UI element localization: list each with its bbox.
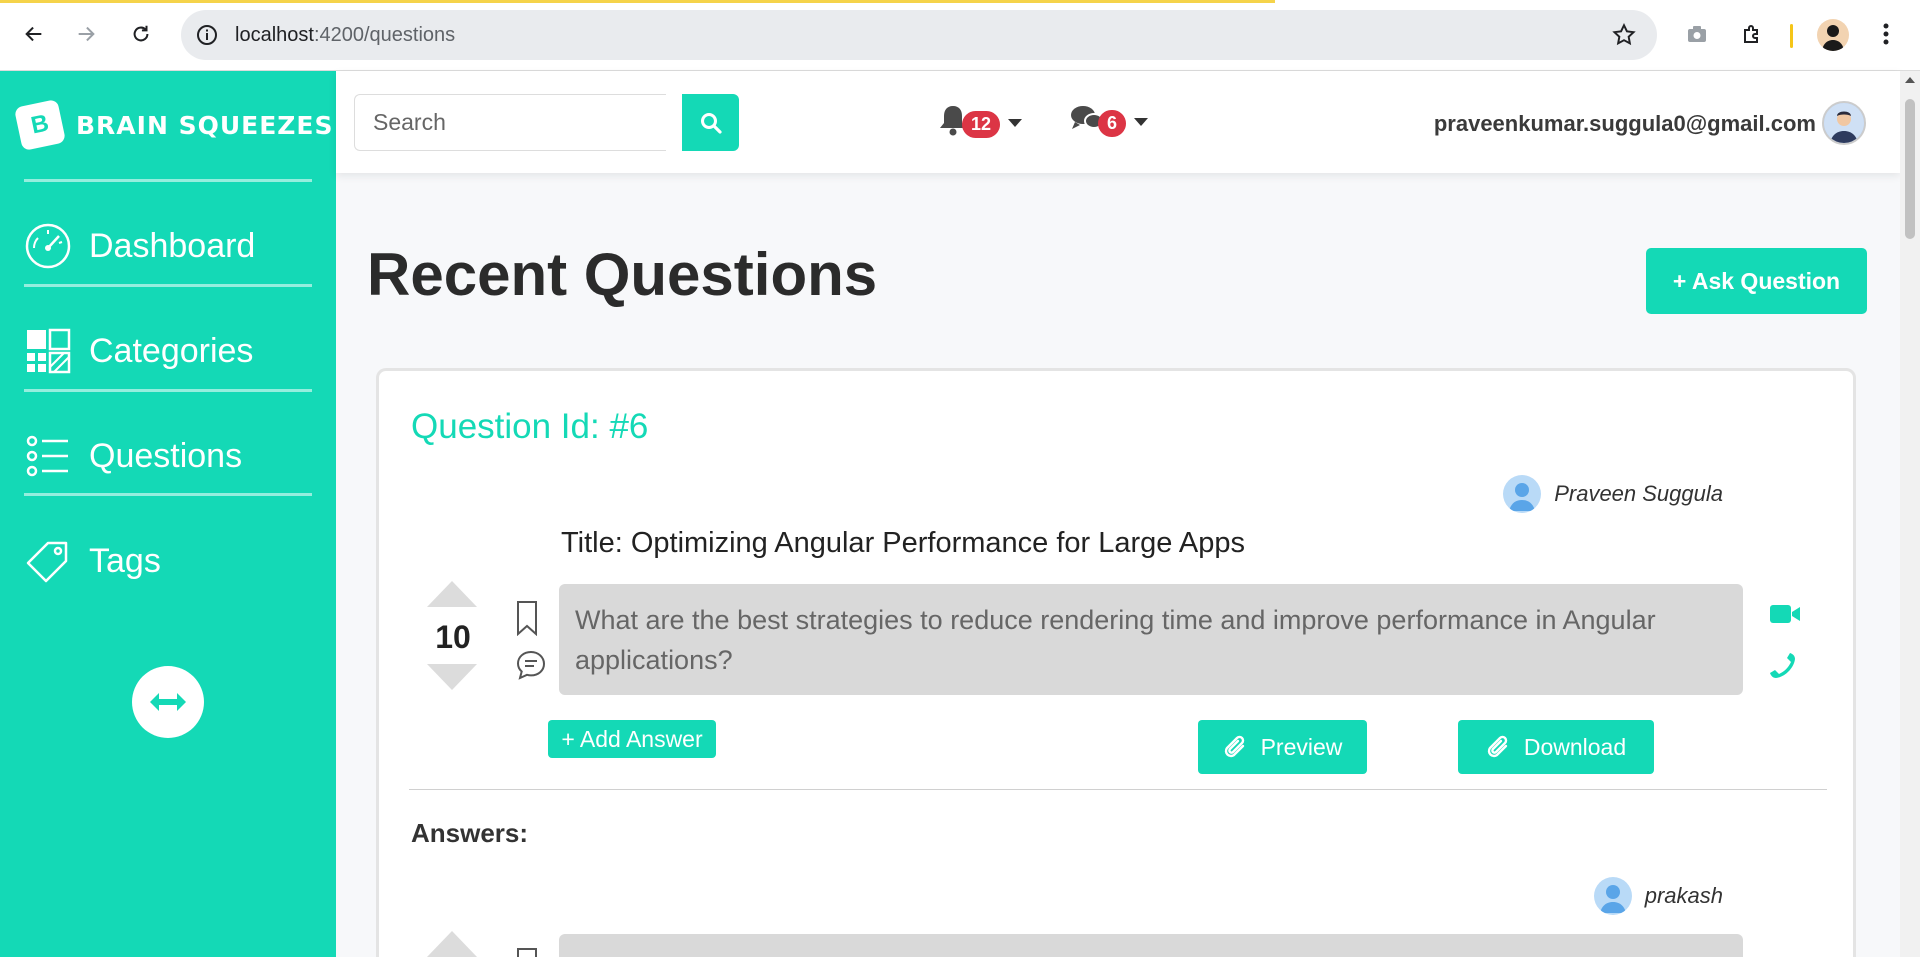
sidebar-divider: [24, 284, 312, 287]
preview-label: Preview: [1260, 733, 1343, 760]
divider: [409, 789, 1827, 790]
sidebar-item-label: Questions: [89, 436, 243, 475]
address-bar[interactable]: localhost:4200/questions: [181, 10, 1657, 60]
paperclip-icon: [1487, 735, 1508, 758]
ask-question-button[interactable]: + Ask Question: [1646, 248, 1867, 314]
page-title: Recent Questions: [367, 241, 878, 308]
profile-avatar[interactable]: [1817, 19, 1849, 51]
user-email[interactable]: praveenkumar.suggula0@gmail.com: [1434, 111, 1816, 137]
sidebar-toggle-button[interactable]: [132, 666, 204, 738]
user-avatar[interactable]: [1822, 101, 1866, 145]
url-path: :4200/questions: [313, 24, 456, 46]
bookmark-icon[interactable]: [515, 947, 551, 957]
sidebar-divider: [24, 493, 312, 496]
messages-dropdown[interactable]: 6: [1070, 104, 1149, 139]
answer-body: [559, 934, 1743, 957]
bookmark-icon[interactable]: [515, 600, 551, 641]
answer-author[interactable]: prakash: [1593, 877, 1723, 915]
page-load-progress: [0, 0, 1275, 3]
extensions-icon[interactable]: [1732, 14, 1772, 54]
sidebar-item-label: Dashboard: [89, 226, 256, 265]
paperclip-icon: [1224, 735, 1244, 758]
chevron-down-icon: [1134, 117, 1149, 126]
notifications-dropdown[interactable]: 12: [938, 104, 1023, 141]
scrollbar-thumb[interactable]: [1905, 99, 1915, 239]
sidebar-item-dashboard[interactable]: Dashboard: [24, 211, 312, 281]
menu-kebab-icon[interactable]: [1866, 14, 1906, 54]
question-author[interactable]: Praveen Suggula: [1503, 475, 1723, 513]
download-label: Download: [1523, 733, 1627, 760]
search-input[interactable]: [354, 94, 666, 151]
preview-button[interactable]: Preview: [1198, 720, 1367, 774]
video-call-icon[interactable]: [1769, 603, 1801, 630]
author-name: Praveen Suggula: [1554, 481, 1723, 506]
arrows-horizontal-icon: [150, 693, 186, 711]
sidebar-item-questions[interactable]: Questions: [24, 421, 312, 491]
upvote-icon[interactable]: [427, 931, 477, 957]
sidebar-item-label: Tags: [89, 541, 161, 580]
answer-actions: [515, 947, 551, 957]
scroll-up-icon[interactable]: [1905, 77, 1915, 83]
browser-toolbar: localhost:4200/questions: [0, 0, 1920, 71]
site-info-icon[interactable]: [195, 23, 219, 52]
question-title: Title: Optimizing Angular Performance fo…: [561, 527, 1245, 559]
url-text[interactable]: localhost:4200/questions: [235, 24, 455, 47]
grid-icon: [24, 327, 72, 375]
brand-logo[interactable]: B BRAIN SQUEEZES: [13, 98, 334, 152]
author-name: prakash: [1644, 883, 1723, 908]
list-icon: [24, 432, 72, 480]
back-icon[interactable]: [14, 14, 54, 54]
sidebar: B BRAIN SQUEEZES Dashboard Categories Qu…: [0, 71, 336, 957]
forward-icon[interactable]: [66, 14, 106, 54]
user-avatar-icon: [1503, 475, 1542, 513]
sidebar-item-tags[interactable]: Tags: [24, 526, 312, 596]
answers-heading: Answers:: [411, 818, 529, 848]
toolbar-separator: [1790, 24, 1793, 48]
page-scrollbar[interactable]: [1900, 71, 1920, 957]
bookmark-star-icon[interactable]: [1611, 22, 1637, 53]
url-host: localhost: [235, 24, 314, 46]
search-button[interactable]: [682, 94, 739, 151]
search-icon: [700, 112, 722, 134]
upvote-icon[interactable]: [427, 581, 477, 607]
add-answer-button[interactable]: + Add Answer: [548, 720, 716, 758]
sidebar-divider: [24, 389, 312, 392]
notifications-badge: 12: [962, 111, 1001, 138]
top-header: 12 6 praveenkumar.suggula0@gmail.com: [336, 71, 1900, 173]
speedometer-icon: [24, 222, 72, 270]
camera-icon[interactable]: [1677, 14, 1717, 54]
question-body: What are the best strategies to reduce r…: [559, 584, 1743, 695]
search-form: [354, 94, 739, 151]
phone-icon[interactable]: [1769, 652, 1801, 685]
download-button[interactable]: Download: [1458, 720, 1654, 774]
vote-widget: [427, 931, 479, 957]
question-card: Question Id: #6 Praveen Suggula Title: O…: [376, 368, 1856, 957]
sidebar-item-label: Categories: [89, 331, 254, 370]
question-id: Question Id: #6: [411, 407, 649, 446]
messages-badge: 6: [1098, 110, 1127, 137]
vote-count: 10: [435, 619, 471, 655]
downvote-icon[interactable]: [427, 664, 477, 690]
brand-name: BRAIN SQUEEZES: [76, 110, 334, 140]
user-avatar-icon: [1593, 877, 1632, 915]
sidebar-item-categories[interactable]: Categories: [24, 316, 312, 386]
sidebar-divider: [24, 179, 312, 182]
contact-actions: [1769, 603, 1801, 685]
question-actions: [515, 600, 551, 686]
chevron-down-icon: [1008, 118, 1023, 127]
brand-logo-icon: B: [13, 98, 67, 152]
comment-icon[interactable]: [515, 649, 551, 686]
reload-icon[interactable]: [121, 14, 161, 54]
tag-icon: [24, 537, 72, 585]
vote-widget: 10: [427, 581, 479, 690]
